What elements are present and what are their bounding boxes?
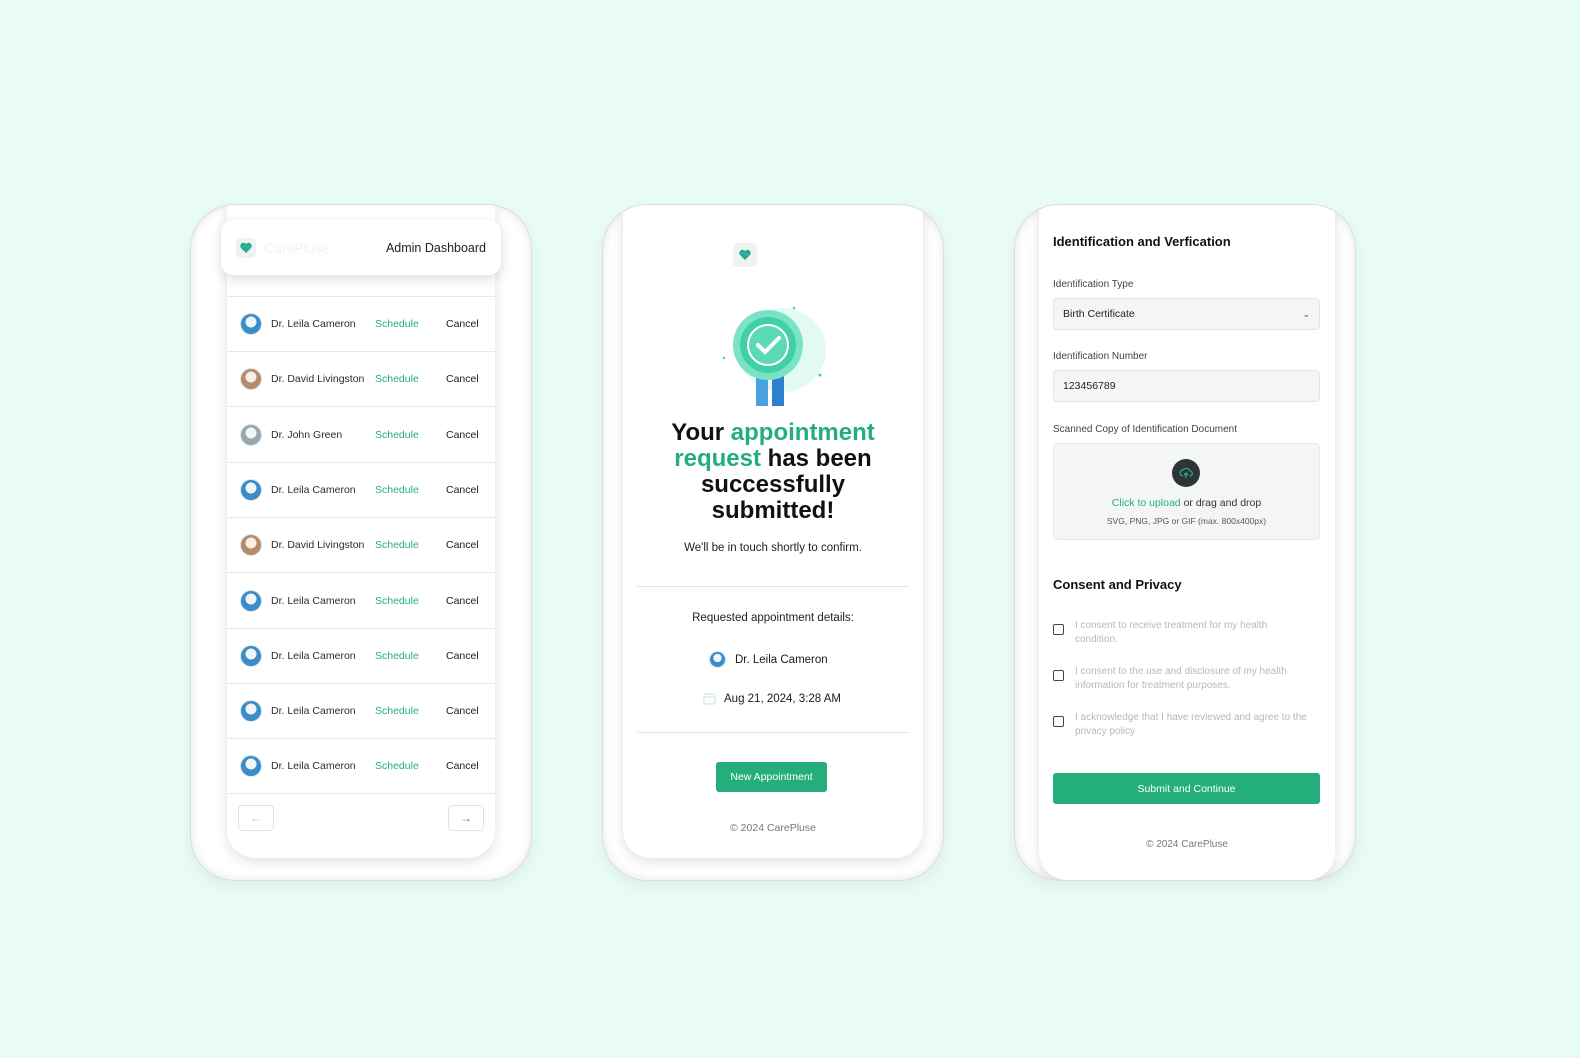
cancel-button[interactable]: Cancel	[446, 595, 479, 607]
details-label: Requested appointment details:	[692, 612, 854, 624]
id-number-value: 123456789	[1063, 380, 1116, 392]
upload-instructions: Click to upload or drag and drop	[1111, 497, 1262, 509]
section-title-identification: Identification and Verfication	[1053, 234, 1231, 249]
prev-page-button[interactable]: ←	[238, 805, 274, 831]
doctor-name: Dr. Leila Cameron	[271, 705, 356, 718]
doctor-name: Dr. Leila Cameron	[271, 483, 356, 496]
id-number-input[interactable]: 123456789	[1053, 370, 1320, 402]
schedule-button[interactable]: Schedule	[375, 650, 446, 662]
cancel-button[interactable]: Cancel	[446, 705, 479, 717]
phone-success: Your appointment request has been succes…	[603, 205, 943, 880]
new-appointment-button[interactable]: New Appointment	[716, 762, 827, 792]
checkbox[interactable]	[1053, 670, 1064, 681]
schedule-button[interactable]: Schedule	[375, 539, 446, 551]
upload-hint: SVG, PNG, JPG or GIF (max. 800x400px)	[1106, 516, 1267, 526]
appointment-date: Aug 21, 2024, 3:28 AM	[703, 692, 841, 705]
doctor-name: Dr. Leila Cameron	[271, 594, 356, 607]
table-row: Dr. Leila Cameron Schedule Cancel	[227, 684, 495, 740]
divider	[637, 732, 909, 733]
id-number-label: Identification Number	[1053, 351, 1148, 362]
cancel-button[interactable]: Cancel	[446, 484, 479, 496]
id-type-value: Birth Certificate	[1063, 308, 1135, 320]
doctor-avatar	[240, 644, 262, 667]
phone-registration: Identification and Verfication Identific…	[1015, 205, 1355, 880]
cancel-button[interactable]: Cancel	[446, 429, 479, 441]
consent-privacy[interactable]: I acknowledge that I have reviewed and a…	[1053, 711, 1310, 739]
logo-icon[interactable]	[733, 243, 757, 267]
consent-disclosure[interactable]: I consent to the use and disclosure of m…	[1053, 665, 1310, 693]
logo-icon[interactable]	[236, 237, 256, 258]
checkbox[interactable]	[1053, 624, 1064, 635]
checkbox[interactable]	[1053, 716, 1064, 727]
consent-label: I consent to receive treatment for my he…	[1075, 620, 1268, 645]
success-heading: Your appointment request has been succes…	[671, 419, 875, 524]
doctor-avatar	[240, 423, 262, 446]
id-type-label: Identification Type	[1053, 279, 1134, 290]
doctor-avatar	[709, 651, 726, 668]
success-screen: Your appointment request has been succes…	[623, 205, 923, 858]
consent-label: I consent to the use and disclosure of m…	[1075, 666, 1287, 691]
schedule-button[interactable]: Schedule	[375, 373, 446, 385]
date-text: Aug 21, 2024, 3:28 AM	[724, 692, 842, 705]
schedule-button[interactable]: Schedule	[375, 318, 446, 330]
success-badge-icon	[722, 306, 826, 406]
cancel-button[interactable]: Cancel	[446, 650, 479, 662]
footer-copyright: © 2024 CarePluse	[1146, 839, 1228, 850]
table-row: Dr. Leila Cameron Schedule Cancel	[227, 574, 495, 629]
next-page-button[interactable]: →	[448, 805, 484, 831]
admin-screen: Dr. Leila Cameron Schedule Cancel Dr. David…	[227, 205, 495, 858]
file-upload-dropzone[interactable]: Click to upload or drag and drop SVG, PN…	[1053, 443, 1320, 540]
scan-label: Scanned Copy of Identification Document	[1053, 424, 1237, 435]
doctor-avatar	[240, 368, 262, 391]
doctor-avatar	[240, 478, 262, 501]
table-row: Dr. Leila Cameron Schedule Cancel	[227, 297, 495, 352]
doctor-avatar	[240, 589, 262, 612]
brand-name: CarePluse	[264, 239, 330, 256]
registration-screen: Identification and Verfication Identific…	[1039, 205, 1335, 880]
doctor-name: Dr. Leila Cameron	[735, 653, 828, 666]
consent-treatment[interactable]: I consent to receive treatment for my he…	[1053, 619, 1310, 647]
schedule-button[interactable]: Schedule	[375, 429, 446, 441]
schedule-button[interactable]: Schedule	[375, 760, 446, 772]
table-row: Dr. David Livingston Schedule Cancel	[227, 352, 495, 408]
section-title-consent: Consent and Privacy	[1053, 577, 1182, 592]
doctor-name: Dr. Leila Cameron	[271, 760, 356, 773]
footer-copyright: © 2024 CarePluse	[730, 822, 816, 834]
upload-cloud-icon	[1172, 459, 1200, 487]
table-row: Dr. David Livingston Schedule Cancel	[227, 518, 495, 574]
table-row: Dr. Leila Cameron Schedule Cancel	[227, 629, 495, 684]
doctor-name: Dr. David Livingston	[271, 539, 365, 552]
id-type-select[interactable]: Birth Certificate ⌄	[1053, 298, 1320, 330]
doctor-name: Dr. David Livingston	[271, 373, 365, 386]
table-row: Dr. Leila Cameron Schedule Cancel	[227, 739, 495, 795]
cancel-button[interactable]: Cancel	[446, 373, 479, 385]
table-row: Dr. John Green Schedule Cancel	[227, 408, 495, 463]
consent-label: I acknowledge that I have reviewed and a…	[1075, 712, 1307, 737]
doctor-avatar	[240, 313, 262, 335]
schedule-button[interactable]: Schedule	[375, 484, 446, 496]
cancel-button[interactable]: Cancel	[446, 539, 479, 551]
calendar-icon	[703, 693, 716, 705]
doctor-avatar	[240, 755, 262, 778]
submit-continue-button[interactable]: Submit and Continue	[1053, 773, 1320, 804]
cancel-button[interactable]: Cancel	[446, 318, 479, 330]
appointment-doctor: Dr. Leila Cameron	[709, 651, 828, 668]
doctor-avatar	[240, 534, 262, 557]
click-to-upload-link[interactable]: Click to upload	[1112, 497, 1181, 509]
doctor-name: Dr. John Green	[271, 428, 343, 441]
table-row: Dr. Leila Cameron Schedule Cancel	[227, 463, 495, 518]
doctor-name: Dr. Leila Cameron	[271, 318, 356, 330]
divider	[637, 586, 909, 587]
phone-admin-dashboard: Dr. Leila Cameron Schedule Cancel Dr. David…	[191, 205, 531, 880]
chevron-down-icon: ⌄	[1302, 308, 1310, 319]
page-title: Admin Dashboard	[385, 240, 486, 255]
success-subtitle: We'll be in touch shortly to confirm.	[684, 542, 862, 554]
doctor-avatar	[240, 700, 262, 723]
doctor-name: Dr. Leila Cameron	[271, 649, 356, 662]
admin-header: CarePluse Admin Dashboard	[221, 220, 501, 275]
schedule-button[interactable]: Schedule	[375, 705, 446, 717]
schedule-button[interactable]: Schedule	[375, 595, 446, 607]
cancel-button[interactable]: Cancel	[446, 760, 479, 772]
